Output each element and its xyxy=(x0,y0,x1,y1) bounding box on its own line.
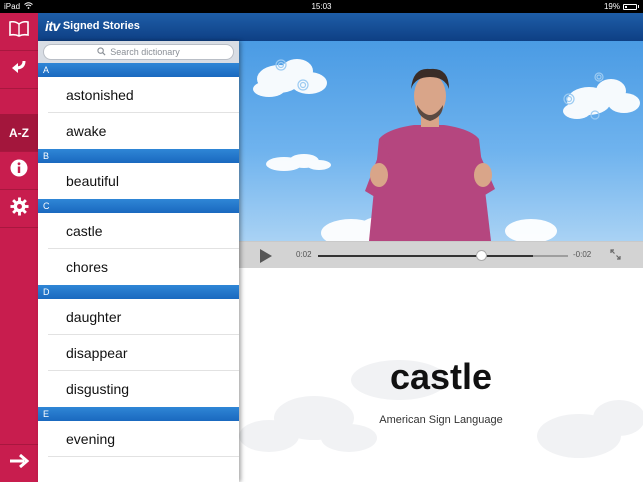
app-header: itv Signed Stories xyxy=(38,13,643,41)
word-row-partial[interactable] xyxy=(38,457,239,482)
word-row-awake[interactable]: awake xyxy=(38,113,239,149)
word-label: disappear xyxy=(66,345,128,361)
search-input[interactable]: Search dictionary xyxy=(43,44,234,60)
section-header-c: C xyxy=(38,199,239,213)
current-time: 0:02 xyxy=(296,250,312,259)
remaining-time: -0:02 xyxy=(573,250,592,259)
search-icon xyxy=(97,46,106,58)
side-rail: A-Z xyxy=(0,13,38,482)
word-row-beautiful[interactable]: beautiful xyxy=(38,163,239,199)
word-label: castle xyxy=(66,223,103,239)
word-row-disgusting[interactable]: disgusting xyxy=(38,371,239,407)
fullscreen-icon[interactable] xyxy=(610,249,621,263)
info-icon xyxy=(10,159,28,182)
settings-button[interactable] xyxy=(0,190,38,228)
play-icon[interactable] xyxy=(260,249,272,263)
scrubber-knob[interactable] xyxy=(475,250,487,261)
word-row-astonished[interactable]: astonished xyxy=(38,77,239,113)
back-arrow-icon xyxy=(11,59,27,80)
section-header-b: B xyxy=(38,149,239,163)
book-icon xyxy=(9,20,29,42)
word-label: evening xyxy=(66,431,116,447)
app-logo: itv Signed Stories xyxy=(45,18,140,34)
itv-logo: itv xyxy=(45,18,60,34)
signer xyxy=(365,68,495,241)
progress-track[interactable] xyxy=(318,250,568,261)
progress-fill xyxy=(318,255,533,257)
word-row-castle[interactable]: castle xyxy=(38,213,239,249)
az-dictionary-button[interactable]: A-Z xyxy=(0,114,38,152)
sign-language-label: American Sign Language xyxy=(379,414,503,426)
word-label: chores xyxy=(66,259,109,275)
app-title: Signed Stories xyxy=(62,20,140,32)
word-label: astonished xyxy=(66,87,134,103)
video-controls: 0:02 -0:02 xyxy=(239,241,643,268)
word-label: awake xyxy=(66,123,107,139)
word-detail-panel: castle American Sign Language xyxy=(239,268,643,482)
az-label: A-Z xyxy=(9,125,29,140)
search-placeholder: Search dictionary xyxy=(110,47,180,57)
section-header-a: A xyxy=(38,63,239,77)
status-bar: iPad 15:03 19% xyxy=(0,0,643,13)
section-header-d: D xyxy=(38,285,239,299)
arrow-right-icon xyxy=(9,453,30,473)
dictionary-panel: Search dictionary A astonished awake B b… xyxy=(38,41,239,482)
word-label: disgusting xyxy=(66,381,130,397)
info-button[interactable] xyxy=(0,152,38,190)
stories-button[interactable] xyxy=(0,13,38,51)
search-bar: Search dictionary xyxy=(38,41,239,63)
word-label: beautiful xyxy=(66,173,119,189)
word-row-daughter[interactable]: daughter xyxy=(38,299,239,335)
sign-video[interactable] xyxy=(239,41,643,241)
next-button[interactable] xyxy=(0,444,38,482)
gear-icon xyxy=(9,196,29,221)
back-button[interactable] xyxy=(0,51,38,89)
video-frame-illustration xyxy=(253,59,640,241)
word-row-disappear[interactable]: disappear xyxy=(38,335,239,371)
battery-icon xyxy=(623,3,637,10)
word-row-chores[interactable]: chores xyxy=(38,249,239,285)
battery-percent: 19% xyxy=(603,2,620,11)
section-header-e: E xyxy=(38,407,239,421)
clock: 15:03 xyxy=(311,2,332,11)
word-label: daughter xyxy=(66,309,122,325)
selected-word: castle xyxy=(389,356,493,397)
word-row-evening[interactable]: evening xyxy=(38,421,239,457)
